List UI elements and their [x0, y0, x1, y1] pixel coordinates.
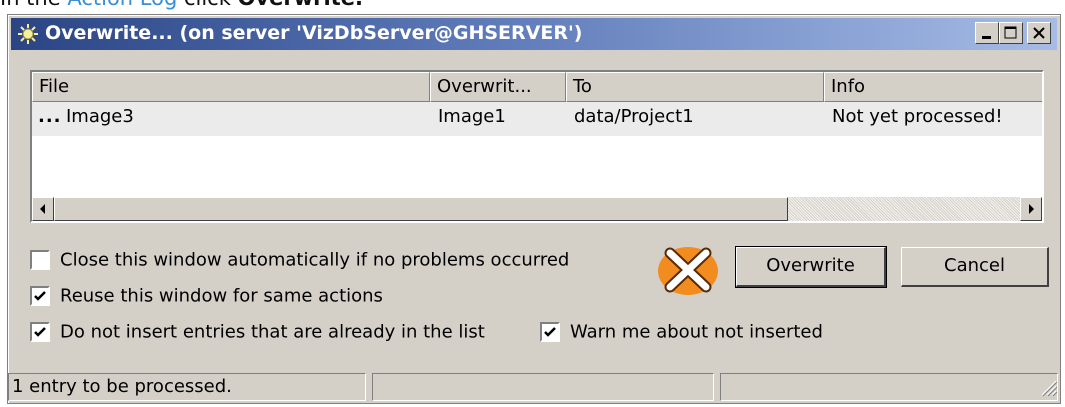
caption-prefix: In the	[0, 0, 67, 10]
arrow-right-icon	[1029, 204, 1034, 214]
overwrite-button[interactable]: Overwrite	[735, 246, 887, 288]
row-status-icon: ...	[38, 106, 62, 127]
checkbox-label: Close this window automatically if no pr…	[60, 249, 570, 271]
status-bar: 1 entry to be processed.	[8, 369, 1060, 403]
scroll-thumb[interactable]	[54, 197, 788, 221]
checkbox-label: Warn me about not inserted	[570, 321, 823, 343]
caption-middle: click	[177, 0, 237, 10]
checkbox-label: Reuse this window for same actions	[60, 285, 383, 307]
file-list[interactable]: File Overwrit... To Info ... Image3 Imag…	[30, 70, 1044, 223]
close-icon	[1033, 27, 1045, 39]
arrow-left-icon	[40, 204, 45, 214]
caption-action: Overwrite.	[238, 0, 363, 10]
scroll-left-button[interactable]	[32, 197, 54, 221]
cell-to: data/Project1	[574, 106, 694, 127]
table-row[interactable]: ... Image3 Image1 data/Project1 Not yet …	[32, 102, 1042, 136]
column-header-info[interactable]: Info	[824, 72, 1042, 102]
checkbox-close-automatically[interactable]	[30, 250, 50, 270]
horizontal-scrollbar[interactable]	[32, 197, 1042, 221]
checkbox-label: Do not insert entries that are already i…	[60, 321, 485, 343]
status-panel-3	[720, 373, 1058, 401]
maximize-icon	[1004, 26, 1017, 39]
option-warn-not-inserted[interactable]: Warn me about not inserted	[540, 321, 823, 347]
checkmark-icon	[544, 327, 556, 337]
checkmark-icon	[34, 327, 46, 337]
close-button[interactable]	[1027, 22, 1051, 44]
cancel-button[interactable]: Cancel	[901, 247, 1049, 287]
status-text: 1 entry to be processed.	[8, 373, 366, 401]
gear-icon	[17, 23, 39, 45]
action-log-link[interactable]: Action Log	[67, 0, 177, 10]
title-bar[interactable]: Overwrite... (on server 'VizDbServer@GHS…	[11, 18, 1057, 50]
column-header-to[interactable]: To	[566, 72, 824, 102]
checkbox-reuse-window[interactable]	[30, 286, 50, 306]
orange-cross-icon	[656, 243, 720, 301]
status-panel-2	[372, 373, 714, 401]
minimize-button[interactable]	[975, 22, 999, 44]
column-header-overwrite[interactable]: Overwrit...	[430, 72, 566, 102]
overwrite-dialog: Overwrite... (on server 'VizDbServer@GHS…	[7, 14, 1061, 404]
resize-grip-icon[interactable]	[1038, 377, 1058, 401]
option-close-automatically[interactable]: Close this window automatically if no pr…	[30, 249, 569, 275]
scroll-right-button[interactable]	[1020, 197, 1042, 221]
maximize-button[interactable]	[999, 22, 1023, 44]
checkbox-warn-not-inserted[interactable]	[540, 322, 560, 342]
option-do-not-insert[interactable]: Do not insert entries that are already i…	[30, 321, 485, 347]
cell-overwrite: Image1	[438, 106, 506, 127]
option-reuse-window[interactable]: Reuse this window for same actions	[30, 285, 383, 311]
cell-info: Not yet processed!	[832, 106, 1003, 127]
minimize-icon	[982, 36, 991, 39]
checkmark-icon	[34, 291, 46, 301]
column-header-file[interactable]: File	[32, 72, 430, 102]
window-title: Overwrite... (on server 'VizDbServer@GHS…	[45, 22, 583, 44]
scroll-track[interactable]	[54, 197, 1020, 221]
checkbox-do-not-insert[interactable]	[30, 322, 50, 342]
list-header: File Overwrit... To Info	[32, 72, 1042, 102]
cell-file: Image3	[66, 106, 134, 127]
